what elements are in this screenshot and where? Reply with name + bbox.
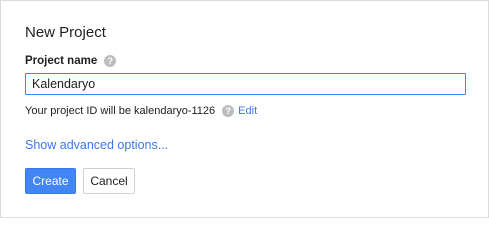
dialog-title: New Project — [25, 24, 106, 41]
project-id-help-icon[interactable]: ? — [222, 105, 235, 117]
show-advanced-options-link[interactable]: Show advanced options... — [25, 136, 168, 154]
project-name-label-row: Project name ? — [25, 52, 117, 70]
new-project-dialog: New Project Project name ? Your project … — [0, 0, 489, 218]
edit-project-id-link[interactable]: Edit — [238, 105, 257, 117]
project-name-label: Project name — [25, 55, 98, 67]
create-button[interactable]: Create — [25, 168, 76, 194]
project-name-help-icon[interactable]: ? — [104, 55, 117, 67]
project-id-row: Your project ID will be kalendaryo-1126 … — [25, 102, 257, 120]
project-name-input[interactable] — [25, 73, 466, 95]
cancel-button[interactable]: Cancel — [83, 168, 135, 194]
project-id-text: Your project ID will be kalendaryo-1126 — [25, 105, 216, 117]
